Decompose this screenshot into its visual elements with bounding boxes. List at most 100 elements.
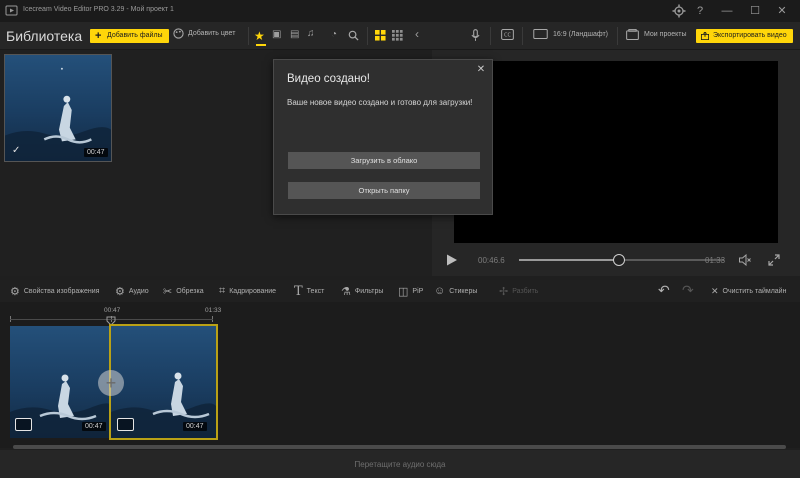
- playhead-icon[interactable]: [106, 316, 116, 326]
- title-bar: Icecream Video Editor PRO 3.29 - Мой про…: [0, 0, 800, 22]
- video-preview-screen[interactable]: [454, 61, 778, 243]
- projects-icon: [626, 29, 639, 40]
- tool-label: Стикеры: [449, 287, 478, 295]
- aspect-ratio-label: 16:9 (Ландшафт): [553, 30, 608, 38]
- tool-label: Кадрирование: [229, 287, 277, 295]
- audio-drop-hint: Перетащите аудио сюда: [354, 460, 446, 469]
- timeline-clip[interactable]: 00:47: [10, 326, 111, 438]
- small-grid-view-icon[interactable]: [392, 30, 403, 41]
- audio-icon: ⚙: [115, 285, 125, 298]
- aspect-ratio-icon: [533, 29, 548, 39]
- toolbar-divider: [490, 27, 491, 45]
- dialog-message: Ваше новое видео создано и готово для за…: [287, 98, 473, 107]
- tool-label: Обрезка: [176, 287, 204, 295]
- add-color-button[interactable]: Добавить цвет: [173, 28, 235, 39]
- redo-icon[interactable]: ↷: [682, 282, 694, 299]
- timeline-clip-selected[interactable]: 00:47: [109, 324, 218, 440]
- open-folder-button[interactable]: Открыть папку: [288, 182, 480, 199]
- crop-icon: ⌗: [219, 284, 226, 297]
- main-toolbar: Библиотека + Добавить файлы Добавить цве…: [0, 22, 800, 50]
- search-icon[interactable]: [348, 30, 359, 41]
- tool-label: Разбить: [512, 287, 539, 295]
- minimize-button[interactable]: —: [719, 3, 735, 19]
- ruler-mark: 01:33: [205, 307, 222, 314]
- tool-filters[interactable]: ⚗ Фильтры: [341, 283, 383, 299]
- close-icon: ✕: [476, 64, 486, 75]
- palette-icon: [173, 28, 184, 39]
- pip-icon: ◫: [398, 285, 409, 298]
- toolbar-divider: [248, 27, 249, 45]
- music-filter-icon[interactable]: ♫: [307, 28, 315, 39]
- export-icon: [701, 32, 709, 40]
- dialog-close-button[interactable]: ✕: [474, 63, 488, 77]
- my-projects-button[interactable]: Мои проекты: [626, 29, 687, 40]
- aspect-ratio-button[interactable]: 16:9 (Ландшафт): [533, 29, 608, 39]
- upload-to-cloud-button[interactable]: Загрузить в облако: [288, 152, 480, 169]
- clear-timeline-button[interactable]: ✕ Очистить таймлайн: [711, 283, 786, 299]
- window-title: Icecream Video Editor PRO 3.29 - Мой про…: [23, 6, 174, 13]
- toolbar-divider: [617, 27, 618, 45]
- tool-pip[interactable]: ◫ PiP: [398, 283, 423, 299]
- clock-filter-icon[interactable]: ◔: [331, 29, 337, 40]
- maximize-button[interactable]: ☐: [747, 3, 763, 19]
- add-files-button[interactable]: + Добавить файлы: [90, 29, 169, 43]
- microphone-icon[interactable]: [471, 29, 480, 42]
- tool-trim[interactable]: ✂ Обрезка: [163, 283, 204, 299]
- add-files-label: Добавить файлы: [107, 32, 163, 39]
- timeline-scrollbar[interactable]: [13, 445, 786, 449]
- split-icon: ✢: [499, 285, 509, 298]
- video-filter-icon[interactable]: ▤: [290, 29, 299, 40]
- total-time: 01:33: [705, 256, 726, 265]
- tool-label: Аудио: [128, 287, 149, 295]
- film-icon: [15, 418, 32, 431]
- clip-duration: 00:47: [82, 422, 106, 431]
- tool-split[interactable]: ✢ Разбить: [499, 283, 538, 299]
- seek-bar-progress: [519, 259, 619, 261]
- settings-button[interactable]: [671, 3, 687, 19]
- tool-stickers[interactable]: ☺ Стикеры: [434, 283, 477, 299]
- stickers-icon: ☺: [434, 285, 446, 297]
- fullscreen-icon[interactable]: [768, 254, 780, 266]
- help-button[interactable]: ?: [692, 3, 708, 19]
- close-icon: ✕: [711, 285, 719, 296]
- tool-text[interactable]: T Текст: [294, 283, 324, 299]
- svg-text:CC: CC: [504, 32, 512, 38]
- toolbar-divider: [522, 27, 523, 45]
- image-filter-icon[interactable]: ▣: [272, 29, 281, 40]
- star-filter-icon[interactable]: ★: [254, 29, 265, 43]
- clip-thumbnail: [5, 55, 111, 161]
- play-icon[interactable]: [446, 254, 458, 266]
- collapse-chevron-icon[interactable]: ‹: [415, 27, 419, 41]
- toolbar-divider: [367, 27, 368, 45]
- check-icon: ✓: [12, 145, 21, 156]
- subtitles-icon[interactable]: CC: [501, 29, 514, 40]
- tool-label: Текст: [306, 287, 325, 295]
- add-transition-button[interactable]: +: [98, 370, 124, 396]
- export-video-button[interactable]: Экспортировать видео: [696, 29, 793, 43]
- image-properties-icon: ⚙: [10, 285, 20, 298]
- tool-audio[interactable]: ⚙ Аудио: [115, 283, 149, 299]
- tool-crop[interactable]: ⌗ Кадрирование: [219, 283, 276, 299]
- plus-icon: +: [105, 373, 117, 393]
- dialog-title: Видео создано!: [287, 73, 371, 85]
- volume-icon[interactable]: [739, 254, 751, 266]
- seek-handle[interactable]: [613, 254, 625, 266]
- ruler-mark: 00:47: [104, 307, 121, 314]
- close-window-button[interactable]: ✕: [774, 3, 790, 19]
- film-icon: [117, 418, 134, 431]
- tool-image-properties[interactable]: ⚙ Свойства изображения: [10, 283, 99, 299]
- star-filter-underline: [256, 44, 266, 46]
- export-video-label: Экспортировать видео: [713, 32, 787, 39]
- library-title: Библиотека: [6, 28, 83, 44]
- library-clip[interactable]: ✓ 00:47: [4, 54, 112, 162]
- clip-duration: 00:47: [84, 148, 108, 157]
- clear-timeline-label: Очистить таймлайн: [722, 287, 787, 295]
- video-created-dialog: Видео создано! ✕ Ваше новое видео создан…: [273, 59, 493, 215]
- tool-label: Свойства изображения: [23, 287, 100, 295]
- tool-label: PiP: [412, 287, 424, 295]
- tool-label: Фильтры: [354, 287, 384, 295]
- clip-duration: 00:47: [183, 422, 207, 431]
- undo-icon[interactable]: ↶: [658, 282, 670, 299]
- plus-icon: +: [95, 30, 102, 42]
- grid-view-icon[interactable]: [375, 30, 386, 41]
